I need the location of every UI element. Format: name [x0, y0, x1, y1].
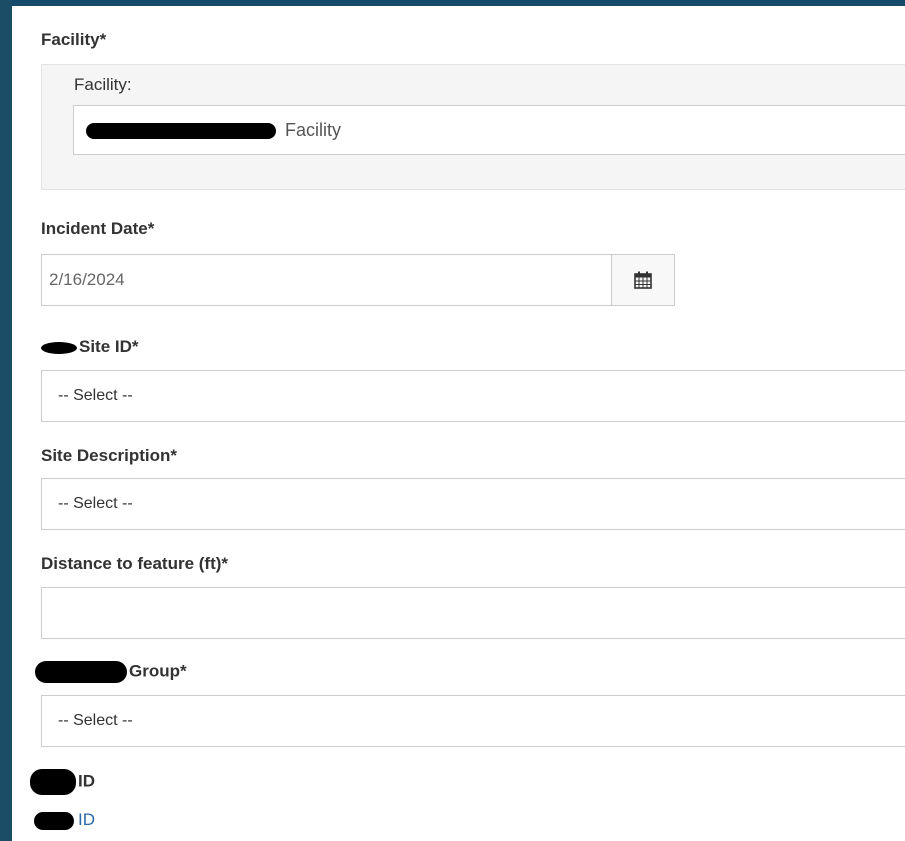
- window-frame-left: [0, 0, 12, 841]
- site-id-label: Site ID*: [41, 337, 139, 357]
- facility-label: Facility*: [41, 30, 107, 49]
- redacted-text: [86, 123, 276, 140]
- calendar-icon: [634, 271, 652, 289]
- redacted-text: [35, 661, 127, 683]
- site-id-select[interactable]: -- Select --: [41, 370, 905, 422]
- id-label-text: ID: [78, 771, 95, 791]
- group-select[interactable]: -- Select --: [41, 695, 905, 747]
- distance-label: Distance to feature (ft)*: [41, 554, 229, 573]
- facility-field[interactable]: Facility: [73, 105, 905, 155]
- incident-date-input[interactable]: 2/16/2024: [41, 254, 612, 306]
- site-description-label: Site Description*: [41, 446, 178, 465]
- id-label: ID: [30, 769, 95, 795]
- id-link[interactable]: ID: [78, 810, 95, 829]
- group-label: Group*: [35, 661, 187, 683]
- redacted-text: [41, 341, 77, 354]
- id-link-row: ID: [34, 810, 95, 830]
- facility-inner-label: Facility:: [74, 75, 132, 94]
- incident-date-label: Incident Date*: [41, 219, 155, 238]
- incident-form-panel: Facility* Facility: Facility Incident Da…: [12, 6, 905, 841]
- group-label-text: Group*: [129, 661, 187, 681]
- facility-value-suffix: Facility: [285, 120, 342, 140]
- calendar-button[interactable]: [611, 254, 675, 306]
- site-description-select[interactable]: -- Select --: [41, 478, 905, 530]
- redacted-text: [30, 769, 76, 795]
- facility-well: Facility: Facility: [41, 64, 905, 190]
- distance-input[interactable]: [41, 587, 905, 639]
- redacted-text: [34, 811, 74, 830]
- site-id-label-text: Site ID*: [79, 337, 139, 356]
